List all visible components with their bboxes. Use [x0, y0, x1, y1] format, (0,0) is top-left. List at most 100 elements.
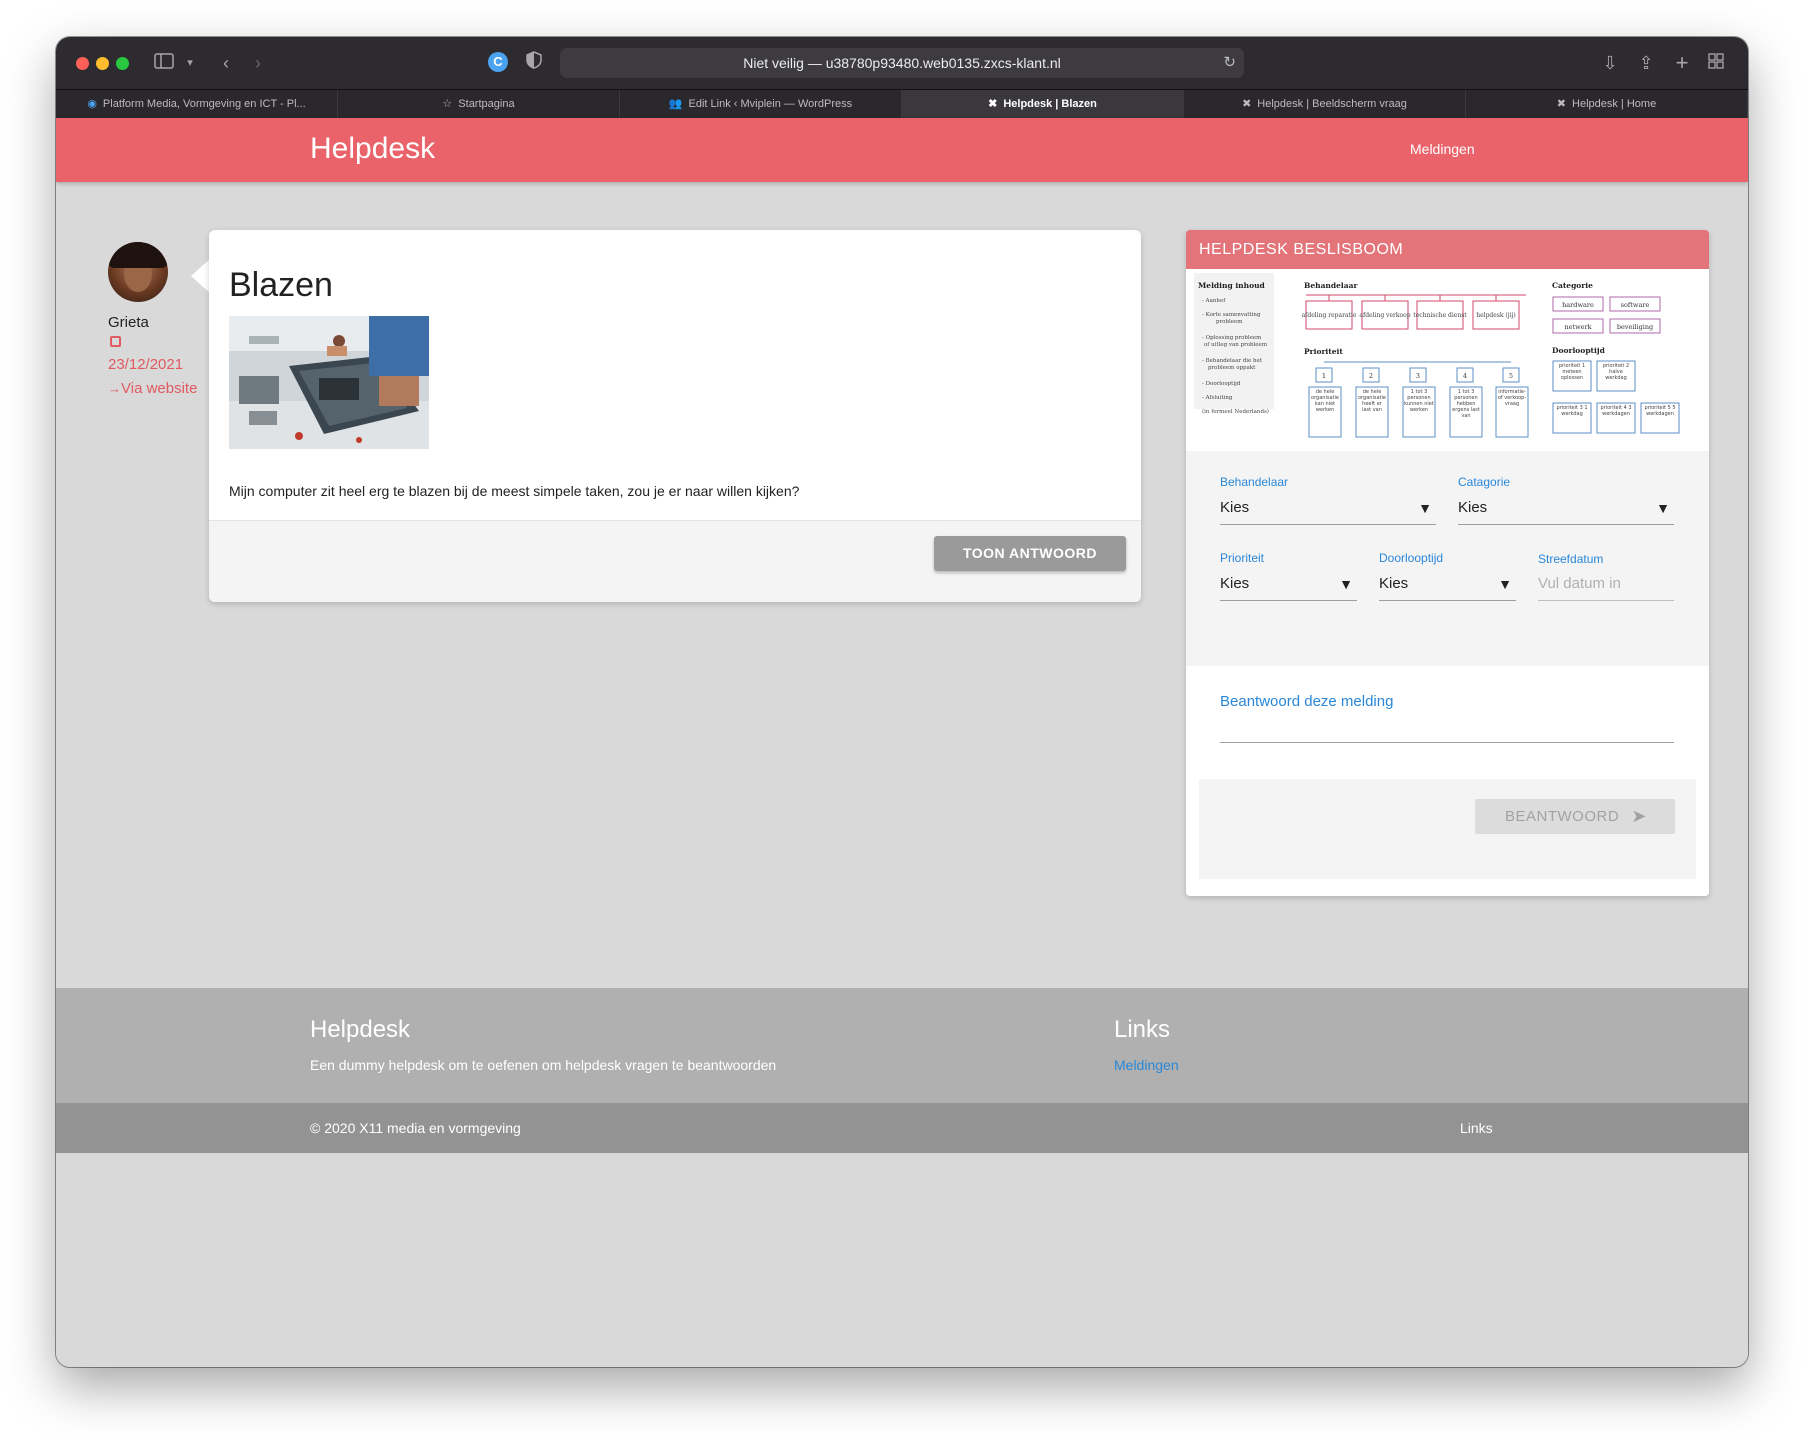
card-pointer: [191, 258, 211, 294]
categorie-label: Catagorie: [1458, 475, 1511, 489]
post-date: 23/12/2021: [108, 356, 184, 373]
categorie-select[interactable]: Kies ▼: [1458, 491, 1674, 525]
author-name: Grieta: [108, 314, 149, 331]
tree-melding-item: probleem oppakt: [1208, 365, 1256, 371]
favicon-icon: ✖: [1556, 98, 1567, 110]
footer-link-meldingen[interactable]: Meldingen: [1114, 1057, 1179, 1073]
tree-categorie-item: software: [1621, 301, 1650, 309]
arrow-right-icon: →: [108, 381, 121, 396]
categorie-value: Kies: [1458, 499, 1488, 516]
tab-helpdesk-blazen[interactable]: ✖ Helpdesk | Blazen: [902, 90, 1184, 118]
tree-doorlooptijd-title: Doorlooptijd: [1552, 346, 1606, 355]
share-icon[interactable]: ⇪: [1634, 51, 1658, 75]
favicon-icon: ✖: [988, 98, 998, 110]
footer-title: Helpdesk: [310, 1016, 411, 1043]
tab-overview-icon[interactable]: [1704, 51, 1728, 75]
nav-meldingen[interactable]: Meldingen: [1410, 141, 1475, 157]
tree-doorlooptijd-item: prioriteit 3 1 werkdag: [1556, 405, 1588, 417]
tree-prioriteit-num: 3: [1416, 372, 1420, 380]
site-header: Helpdesk Meldingen: [56, 118, 1748, 182]
classification-fields: Behandelaar Kies ▼ Catagorie Kies ▼ Prio…: [1186, 451, 1709, 666]
tree-melding-item: of uitleg van probleem: [1204, 342, 1268, 348]
calendar-icon: [110, 336, 121, 347]
behandelaar-select[interactable]: Kies ▼: [1220, 491, 1436, 525]
download-icon[interactable]: ⇩: [1598, 51, 1622, 75]
star-icon: ☆: [442, 98, 453, 110]
tree-melding-item: - Aanhef: [1202, 298, 1226, 304]
tab-helpdesk-home[interactable]: ✖ Helpdesk | Home: [1466, 90, 1748, 118]
avatar-hair: [108, 242, 168, 268]
extension-c-icon[interactable]: C: [488, 52, 508, 72]
tree-prioriteit-item: de hele organisatie kan niet werken: [1311, 389, 1339, 413]
forward-icon[interactable]: ›: [246, 51, 270, 75]
reload-icon[interactable]: ↻: [1223, 48, 1236, 78]
tab-label: Helpdesk | Beeldscherm vraag: [1257, 98, 1407, 110]
browser-window: ▾ ‹ › C Niet veilig — u38780p93480.web01…: [56, 37, 1748, 1367]
post-image: [229, 316, 429, 449]
post-title: Blazen: [229, 266, 333, 304]
streefdatum-label: Streefdatum: [1538, 552, 1604, 566]
doorlooptijd-label: Doorlooptijd: [1379, 551, 1444, 565]
tree-behandelaar-item: afdeling verkoop: [1359, 312, 1410, 319]
tab-label: Startpagina: [458, 98, 515, 110]
tab-label: Platform Media, Vormgeving en ICT - Pl..…: [102, 98, 306, 110]
tab-helpdesk-beeldscherm[interactable]: ✖ Helpdesk | Beeldscherm vraag: [1184, 90, 1466, 118]
close-window-button[interactable]: [76, 57, 89, 70]
browser-toolbar: ▾ ‹ › C Niet veilig — u38780p93480.web01…: [56, 37, 1748, 89]
prioriteit-select[interactable]: Kies ▼: [1220, 567, 1357, 601]
tree-categorie-title: Categorie: [1552, 281, 1593, 290]
bottom-links[interactable]: Links: [1460, 1120, 1493, 1136]
tab-platform-media[interactable]: ◉ Platform Media, Vormgeving en ICT - Pl.…: [56, 90, 338, 118]
site-bottom-bar: © 2020 X11 media en vormgeving Links: [56, 1103, 1748, 1153]
tab-startpagina[interactable]: ☆ Startpagina: [338, 90, 620, 118]
zoom-window-button[interactable]: [116, 57, 129, 70]
tree-melding-item: probleem: [1216, 319, 1243, 325]
footer-description: Een dummy helpdesk om te oefenen om help…: [310, 1057, 777, 1073]
tree-prioriteit-num: 1: [1322, 372, 1326, 380]
chevron-down-icon[interactable]: ▾: [178, 51, 202, 75]
streefdatum-input[interactable]: Vul datum in: [1538, 567, 1674, 601]
tree-doorlooptijd-item: prioriteit 1 meteen oplossen: [1558, 363, 1586, 381]
caret-down-icon: ▼: [1498, 576, 1512, 592]
tree-melding-item: - Afsluiting: [1202, 395, 1233, 401]
tree-melding-item: - Doorlooptijd: [1202, 381, 1241, 387]
site-brand[interactable]: Helpdesk: [310, 132, 435, 166]
tree-melding-item: - Oplossing probleem: [1202, 335, 1262, 341]
post-card: Blazen Mijn computer zit heel erg te bla…: [209, 230, 1141, 602]
beantwoord-button[interactable]: BEANTWOORD ➤: [1475, 799, 1675, 834]
tree-melding-item: - Korte samenvatting: [1202, 312, 1261, 318]
post-card-footer: TOON ANTWOORD: [209, 520, 1141, 602]
panel-title: HELPDESK BESLISBOOM: [1186, 230, 1709, 269]
back-icon[interactable]: ‹: [214, 51, 238, 75]
answer-label: Beantwoord deze melding: [1220, 693, 1394, 710]
post-text: Mijn computer zit heel erg te blazen bij…: [229, 483, 800, 499]
tree-behandelaar-title: Behandelaar: [1304, 281, 1358, 290]
users-icon: 👥: [668, 98, 683, 110]
tab-label: Edit Link ‹ Mviplein — WordPress: [688, 98, 853, 110]
tree-prioriteit-item: 1 tot 3 personen kunnen niet werken: [1404, 389, 1434, 413]
tree-prioriteit-num: 5: [1509, 372, 1513, 380]
caret-down-icon: ▼: [1339, 576, 1353, 592]
prioriteit-label: Prioriteit: [1220, 551, 1265, 565]
via-label: Via website: [121, 380, 198, 397]
sidebar-icon[interactable]: [152, 51, 176, 75]
tree-behandelaar-item: technische dienst: [1413, 312, 1467, 319]
tab-edit-link[interactable]: 👥 Edit Link ‹ Mviplein — WordPress: [620, 90, 902, 118]
url-text: Niet veilig — u38780p93480.web0135.zxcs-…: [743, 55, 1061, 71]
tab-label: Helpdesk | Home: [1572, 98, 1657, 110]
minimize-window-button[interactable]: [96, 57, 109, 70]
site-footer: Helpdesk Een dummy helpdesk om te oefene…: [56, 988, 1748, 1103]
shield-icon[interactable]: [522, 51, 546, 75]
doorlooptijd-select[interactable]: Kies ▼: [1379, 567, 1516, 601]
prioriteit-value: Kies: [1220, 575, 1250, 592]
favicon-icon: ✖: [1242, 98, 1252, 110]
beantwoord-label: BEANTWOORD: [1505, 808, 1620, 825]
tree-categorie-item: hardware: [1562, 301, 1594, 309]
tree-melding-item: (in formeel Nederlands): [1202, 408, 1269, 415]
toon-antwoord-button[interactable]: TOON ANTWOORD: [934, 536, 1126, 571]
decision-tree-image: Melding inhoud - Aanhef - Korte samenvat…: [1186, 269, 1709, 451]
answer-input[interactable]: [1220, 742, 1674, 743]
address-bar[interactable]: Niet veilig — u38780p93480.web0135.zxcs-…: [560, 48, 1244, 78]
tab-strip: ◉ Platform Media, Vormgeving en ICT - Pl.…: [56, 89, 1748, 118]
new-tab-icon[interactable]: +: [1670, 51, 1694, 75]
